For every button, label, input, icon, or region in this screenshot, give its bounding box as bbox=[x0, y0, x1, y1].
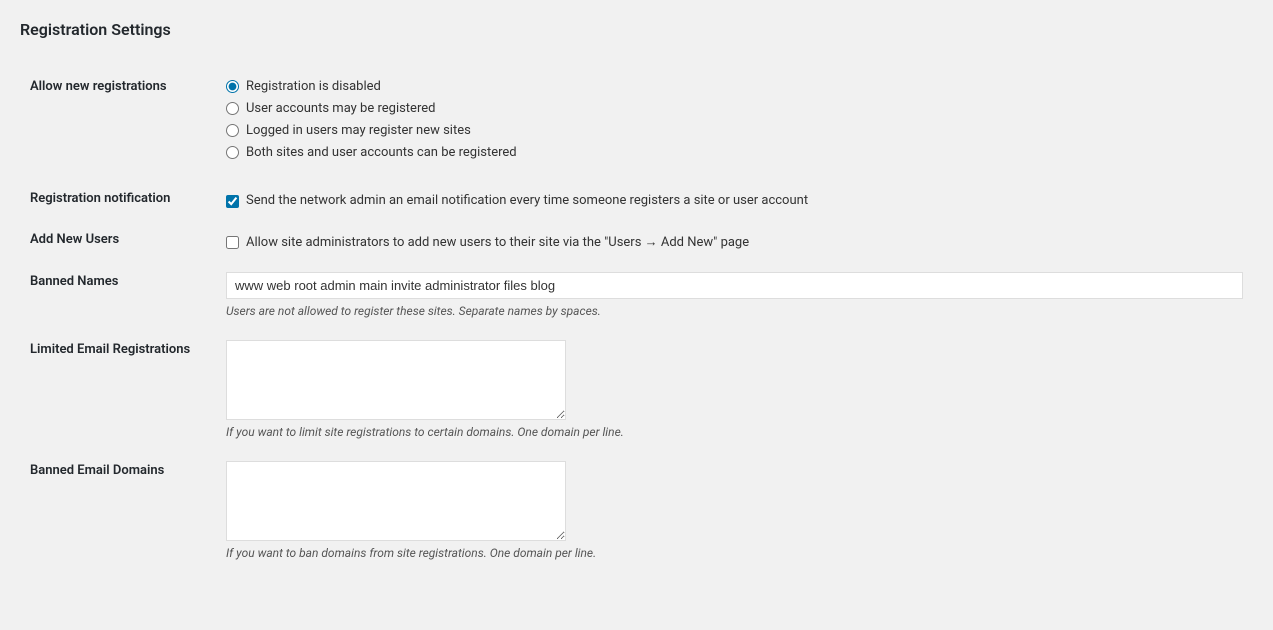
add-new-users-checkbox-row[interactable]: Allow site administrators to add new use… bbox=[226, 234, 1243, 250]
banned-names-description: Users are not allowed to register these … bbox=[226, 304, 1243, 318]
banned-email-domains-textarea[interactable] bbox=[226, 461, 566, 541]
registration-notification-checkbox-row[interactable]: Send the network admin an email notifica… bbox=[226, 193, 1243, 208]
page-title: Registration Settings bbox=[20, 20, 1253, 49]
registration-notification-checkbox-label: Send the network admin an email notifica… bbox=[246, 193, 808, 208]
add-new-users-label: Add New Users bbox=[30, 232, 119, 247]
allow-registrations-label: Allow new registrations bbox=[30, 79, 167, 94]
radio-label-disabled: Registration is disabled bbox=[246, 79, 381, 94]
banned-email-domains-label: Banned Email Domains bbox=[30, 463, 164, 478]
radio-label-sites: Logged in users may register new sites bbox=[246, 123, 471, 138]
radio-user-accounts[interactable]: User accounts may be registered bbox=[226, 101, 1243, 116]
limited-email-registrations-label: Limited Email Registrations bbox=[30, 342, 190, 357]
banned-names-input[interactable] bbox=[226, 272, 1243, 299]
add-new-users-checkbox-label: Allow site administrators to add new use… bbox=[246, 234, 749, 250]
limited-email-registrations-description: If you want to limit site registrations … bbox=[226, 425, 1243, 439]
banned-email-domains-description: If you want to ban domains from site reg… bbox=[226, 546, 1243, 560]
banned-names-label: Banned Names bbox=[30, 274, 118, 289]
radio-registration-disabled[interactable]: Registration is disabled bbox=[226, 79, 1243, 94]
radio-label-user: User accounts may be registered bbox=[246, 101, 435, 116]
registration-notification-label: Registration notification bbox=[30, 191, 170, 206]
add-new-users-checkbox[interactable] bbox=[226, 236, 239, 249]
radio-label-both: Both sites and user accounts can be regi… bbox=[246, 145, 517, 160]
radio-logged-in-sites[interactable]: Logged in users may register new sites bbox=[226, 123, 1243, 138]
limited-email-registrations-textarea[interactable] bbox=[226, 340, 566, 420]
radio-both[interactable]: Both sites and user accounts can be regi… bbox=[226, 145, 1243, 160]
registration-notification-checkbox[interactable] bbox=[226, 195, 239, 208]
